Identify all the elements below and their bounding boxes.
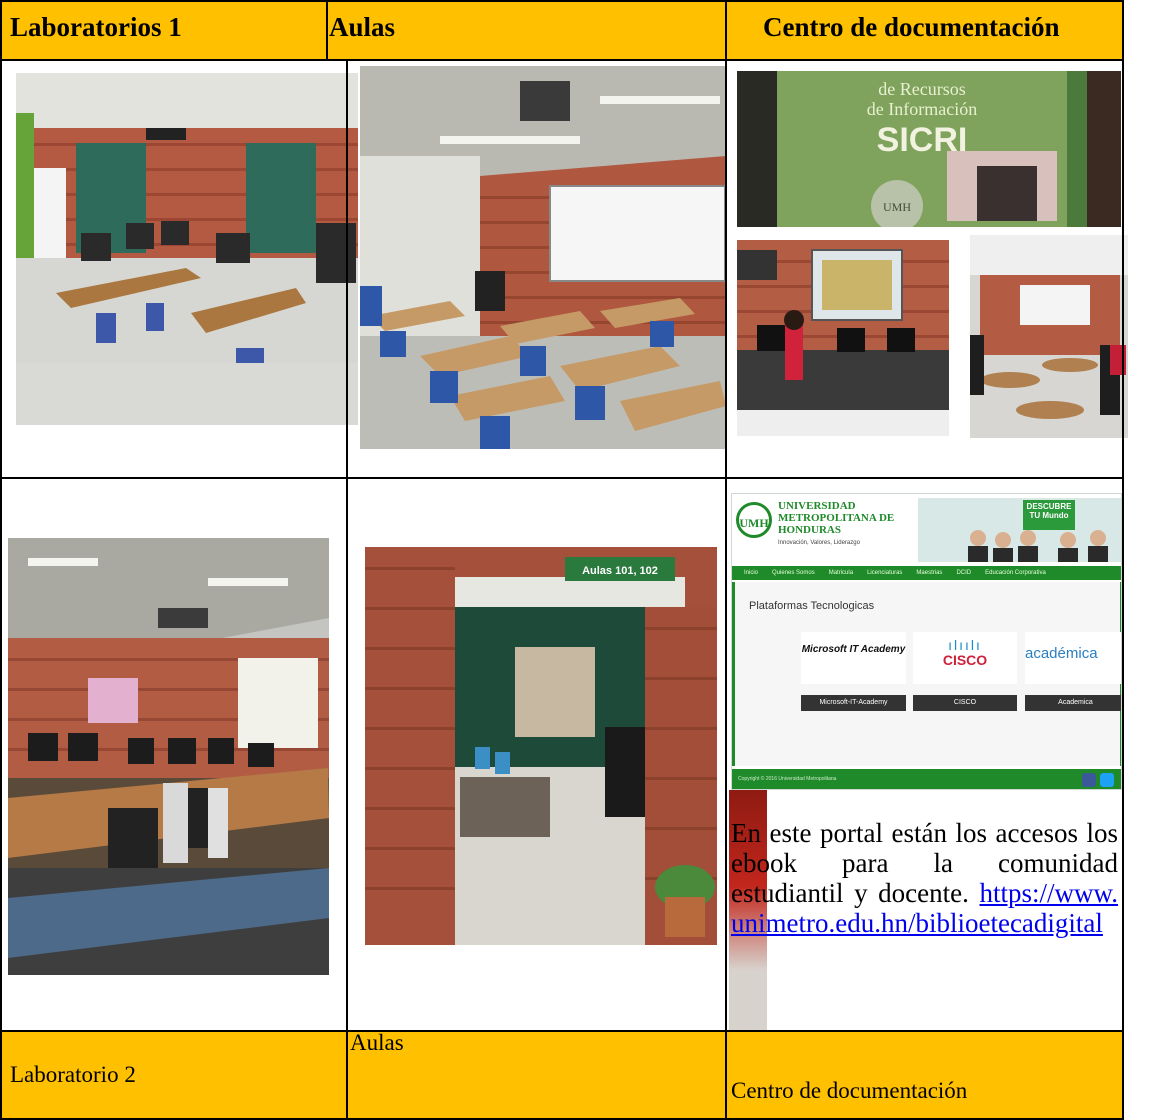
documentation-center-computers-photo	[737, 240, 949, 436]
sicri-seal-text: UMH	[883, 200, 911, 214]
sicri-banner-photo: de Recursos de Información SICRI UMH	[737, 71, 1121, 227]
umh-logo: UMH	[736, 502, 772, 538]
row-divider	[0, 59, 1124, 61]
portal-banner-badge: DESCUBRE TU Mundo	[1026, 502, 1072, 520]
portal-nav-item[interactable]: Matricula	[829, 570, 853, 576]
table-right-border	[1122, 0, 1124, 1120]
portal-nav-item[interactable]: Quienes Somos	[772, 570, 815, 576]
portal-nav-item[interactable]: Educación Corporativa	[985, 570, 1046, 576]
academica-logo-text: académica	[1025, 645, 1098, 662]
platform-cisco-button[interactable]: CISCO	[913, 695, 1017, 711]
platform-microsoft-button[interactable]: Microsoft-IT-Academy	[801, 695, 906, 711]
footer-aulas: Aulas	[350, 1030, 404, 1055]
computer-lab-photo	[16, 73, 358, 425]
portal-nav: Inicio Quienes Somos Matricula Licenciat…	[732, 566, 1121, 580]
hallway-photo: Aulas 101, 102	[365, 547, 717, 945]
header-cell-aulas: Aulas	[328, 2, 726, 59]
portal-nav-item[interactable]: Licenciaturas	[867, 570, 902, 576]
column-divider	[346, 60, 348, 1120]
platform-microsoft-logo: Microsoft IT Academy	[801, 632, 906, 684]
facebook-icon[interactable]	[1082, 773, 1096, 787]
sicri-top-text: de Recursos	[878, 79, 965, 99]
microsoft-it-academy-logo-text: Microsoft IT Academy	[801, 644, 906, 655]
footer-cell-aulas: Aulas	[348, 1030, 726, 1118]
row-divider	[0, 1030, 1124, 1032]
reading-room-photo	[970, 235, 1128, 438]
portal-body: Plataformas Tecnologicas Microsoft IT Ac…	[732, 582, 1121, 766]
header-cell-laboratorios: Laboratorios 1	[2, 2, 327, 59]
hallway-sign-text: Aulas 101, 102	[582, 565, 658, 577]
portal-banner: DESCUBRE TU Mundo	[918, 498, 1121, 562]
header-centro-documentacion: Centro de documentación	[763, 12, 1060, 42]
portal-description: En este portal están los accesos los ebo…	[731, 818, 1118, 938]
footer-cell-centro-documentacion: Centro de documentación	[727, 1032, 1122, 1118]
library-portal-screenshot: UMH UNIVERSIDAD METROPOLITANA DE HONDURA…	[731, 493, 1122, 790]
classroom-photo	[360, 66, 726, 449]
footer-cell-laboratorio-2: Laboratorio 2	[2, 1032, 347, 1118]
portal-university-name: UNIVERSIDAD METROPOLITANA DE HONDURAS	[778, 500, 895, 536]
portal-tagline: Innovación, Valores, Liderazgo	[778, 540, 860, 546]
table-left-border	[0, 0, 2, 1120]
portal-nav-item[interactable]: Inicio	[744, 570, 758, 576]
platform-academica-logo: académica	[1025, 632, 1121, 684]
table-top-border	[0, 0, 1124, 2]
column-divider	[725, 0, 727, 1120]
portal-header: UMH UNIVERSIDAD METROPOLITANA DE HONDURA…	[732, 494, 1121, 566]
footer-laboratorio-2: Laboratorio 2	[10, 1062, 136, 1087]
column-divider	[326, 0, 328, 60]
header-laboratorios-1: Laboratorios 1	[10, 12, 182, 42]
twitter-icon[interactable]	[1100, 773, 1114, 787]
footer-centro-documentacion: Centro de documentación	[731, 1078, 968, 1103]
cisco-logo-text: CISCO	[942, 652, 988, 668]
computer-lab-2-photo	[8, 538, 329, 975]
cisco-bars-icon: ılıılı	[948, 637, 982, 653]
portal-footer: Copyright © 2016 Universidad Metropolita…	[732, 769, 1121, 789]
header-cell-centro-documentacion: Centro de documentación	[727, 2, 1123, 59]
platform-academica-button[interactable]: Academica	[1025, 695, 1121, 711]
platform-cisco-logo: ılıılı CISCO	[913, 632, 1017, 684]
sicri-middle-text: de Información	[867, 99, 977, 119]
portal-section-title: Plataformas Tecnologicas	[749, 600, 875, 612]
row-divider	[0, 477, 1124, 479]
portal-footer-text: Copyright © 2016 Universidad Metropolita…	[738, 776, 837, 782]
header-aulas: Aulas	[329, 12, 396, 42]
portal-nav-item[interactable]: Maestrias	[916, 570, 942, 576]
portal-nav-item[interactable]: DCID	[956, 570, 971, 576]
